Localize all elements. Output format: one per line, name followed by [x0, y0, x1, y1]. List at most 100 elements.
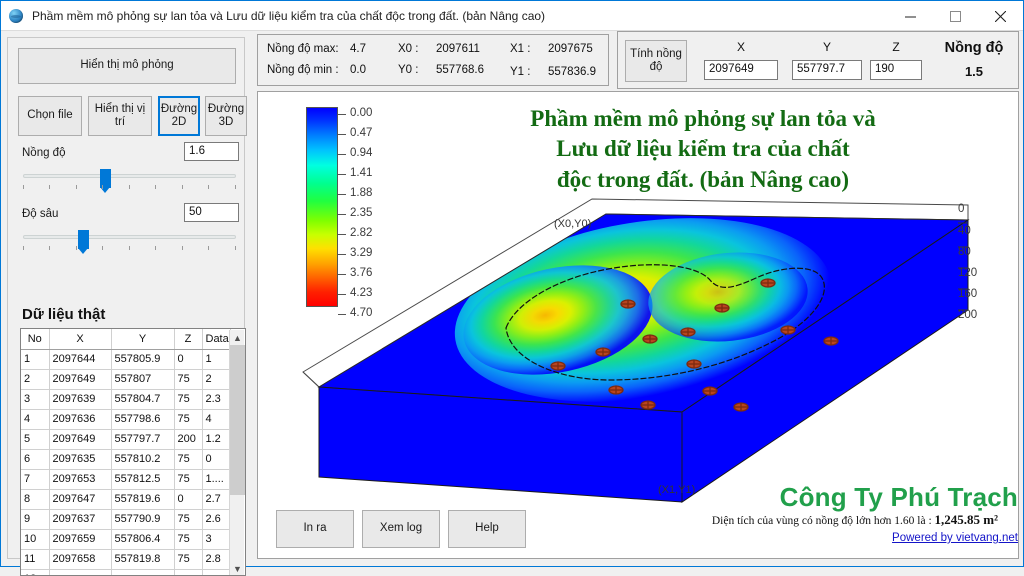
cell-z[interactable]: 75 — [174, 469, 203, 490]
cell-z[interactable]: 200 — [174, 429, 203, 450]
scroll-up-icon[interactable]: ▲ — [230, 330, 245, 345]
cell-y[interactable]: 557807 — [111, 369, 175, 390]
y-input[interactable]: 557797.7 — [792, 60, 862, 80]
cell-x[interactable]: 2097649 — [49, 369, 112, 390]
cell-z[interactable]: 0 — [174, 489, 203, 510]
cell-no[interactable]: 1 — [21, 349, 50, 370]
cell-z[interactable]: 0 — [174, 349, 203, 370]
cell-x[interactable]: 2097653 — [49, 469, 112, 490]
cell-data[interactable] — [202, 569, 231, 575]
show-simulation-button[interactable]: Hiển thị mô phỏng — [18, 48, 236, 84]
table-row[interactable]: 2 2097649 557807 75 2 — [21, 369, 231, 390]
cell-x[interactable]: 2097635 — [49, 449, 112, 470]
cell-data[interactable]: 1 — [202, 349, 231, 370]
cell-y-selected[interactable]: 557797.7 — [111, 429, 175, 450]
cell-no[interactable]: 8 — [21, 489, 50, 510]
cell-x[interactable]: 2097637 — [49, 509, 112, 530]
cell-data[interactable]: 2.6 — [202, 509, 231, 530]
cell-x[interactable]: 2097649 — [49, 429, 112, 450]
cell-y[interactable]: 557810.2 — [111, 449, 175, 470]
table-row[interactable]: 5 2097649 557797.7 200 1.2 — [21, 429, 231, 450]
depth-input[interactable]: 50 — [184, 203, 239, 222]
table-row[interactable]: 9 2097637 557790.9 75 2.6 — [21, 509, 231, 530]
cell-data[interactable]: 3 — [202, 529, 231, 550]
cell-data[interactable]: 2.8 — [202, 549, 231, 570]
line-2d-button[interactable]: Đường 2D — [158, 96, 200, 136]
concentration-input[interactable]: 1.6 — [184, 142, 239, 161]
cell-no[interactable]: 7 — [21, 469, 50, 490]
table-row[interactable]: 12 — [21, 569, 231, 575]
show-position-button[interactable]: Hiển thị vị trí — [88, 96, 152, 136]
cell-z[interactable]: 75 — [174, 449, 203, 470]
column-header-z[interactable]: Z — [174, 329, 203, 350]
cell-z[interactable] — [174, 569, 203, 575]
table-row[interactable]: 7 2097653 557812.5 75 1.... — [21, 469, 231, 490]
cell-y[interactable] — [111, 569, 175, 575]
print-button[interactable]: In ra — [276, 510, 354, 548]
help-button[interactable]: Help — [448, 510, 526, 548]
close-icon[interactable] — [978, 1, 1023, 31]
depth-slider[interactable] — [23, 230, 236, 256]
cell-z[interactable]: 75 — [174, 369, 203, 390]
table-row[interactable]: 1 2097644 557805.9 0 1 — [21, 349, 231, 370]
concentration-slider[interactable] — [23, 169, 236, 195]
x-input[interactable]: 2097649 — [704, 60, 778, 80]
minimize-icon[interactable] — [888, 1, 933, 31]
powered-by-link[interactable]: Powered by vietvang.net — [728, 532, 1018, 544]
cell-data[interactable]: 2.7 — [202, 489, 231, 510]
cell-x[interactable]: 2097659 — [49, 529, 112, 550]
column-header-x[interactable]: X — [49, 329, 112, 350]
cell-z[interactable]: 75 — [174, 529, 203, 550]
cell-y[interactable]: 557805.9 — [111, 349, 175, 370]
cell-no[interactable]: 2 — [21, 369, 50, 390]
cell-x[interactable]: 2097639 — [49, 389, 112, 410]
z-input[interactable]: 190 — [870, 60, 922, 80]
cell-no[interactable]: 11 — [21, 549, 50, 570]
cell-data[interactable]: 2 — [202, 369, 231, 390]
cell-x[interactable]: 2097658 — [49, 549, 112, 570]
table-row[interactable]: 8 2097647 557819.6 0 2.7 — [21, 489, 231, 510]
cell-y[interactable]: 557804.7 — [111, 389, 175, 410]
calculate-concentration-button[interactable]: Tính nồng độ — [625, 40, 687, 82]
cell-z[interactable]: 75 — [174, 389, 203, 410]
cell-y[interactable]: 557806.4 — [111, 529, 175, 550]
cell-x[interactable]: 2097644 — [49, 349, 112, 370]
cell-no[interactable]: 5 — [21, 429, 50, 450]
cell-z[interactable]: 75 — [174, 409, 203, 430]
cell-y[interactable]: 557798.6 — [111, 409, 175, 430]
cell-y[interactable]: 557819.6 — [111, 489, 175, 510]
cell-y[interactable]: 557812.5 — [111, 469, 175, 490]
cell-x[interactable] — [49, 569, 112, 575]
cell-x[interactable]: 2097647 — [49, 489, 112, 510]
maximize-icon[interactable] — [933, 1, 978, 31]
cell-y[interactable]: 557790.9 — [111, 509, 175, 530]
cell-data[interactable]: 4 — [202, 409, 231, 430]
table-row[interactable]: 6 2097635 557810.2 75 0 — [21, 449, 231, 470]
view-log-button[interactable]: Xem log — [362, 510, 440, 548]
cell-no[interactable]: 4 — [21, 409, 50, 430]
cell-data[interactable]: 2.3 — [202, 389, 231, 410]
cell-data[interactable]: 0 — [202, 449, 231, 470]
cell-no[interactable]: 6 — [21, 449, 50, 470]
table-row[interactable]: 3 2097639 557804.7 75 2.3 — [21, 389, 231, 410]
cell-no[interactable]: 9 — [21, 509, 50, 530]
table-row[interactable]: 4 2097636 557798.6 75 4 — [21, 409, 231, 430]
choose-file-button[interactable]: Chọn file — [18, 96, 82, 136]
cell-z[interactable]: 75 — [174, 509, 203, 530]
cell-y[interactable]: 557819.8 — [111, 549, 175, 570]
line-3d-button[interactable]: Đường 3D — [205, 96, 247, 136]
cell-no[interactable]: 10 — [21, 529, 50, 550]
column-header-y[interactable]: Y — [111, 329, 175, 350]
cell-x[interactable]: 2097636 — [49, 409, 112, 430]
cell-data[interactable]: 1.2 — [202, 429, 231, 450]
cell-data[interactable]: 1.... — [202, 469, 231, 490]
table-row[interactable]: 11 2097658 557819.8 75 2.8 — [21, 549, 231, 570]
scrollbar-thumb[interactable] — [230, 345, 245, 495]
column-header-data[interactable]: Data — [202, 329, 231, 350]
cell-no[interactable]: 3 — [21, 389, 50, 410]
column-header-no[interactable]: No — [21, 329, 50, 350]
table-scrollbar[interactable]: ▲ ▼ — [229, 330, 245, 575]
cell-no[interactable]: 12 — [21, 569, 50, 575]
table-row[interactable]: 10 2097659 557806.4 75 3 — [21, 529, 231, 550]
scroll-down-icon[interactable]: ▼ — [230, 561, 245, 575]
